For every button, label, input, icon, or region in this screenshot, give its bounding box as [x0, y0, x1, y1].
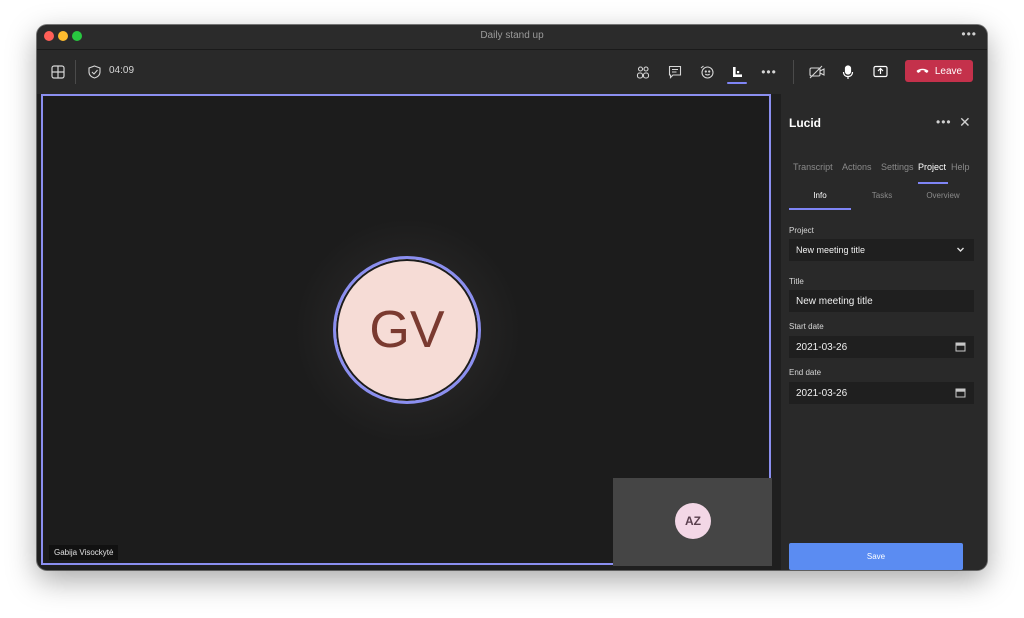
- tab-settings[interactable]: Settings: [881, 162, 914, 172]
- reactions-icon[interactable]: [697, 62, 717, 82]
- active-tab-indicator: [918, 182, 948, 184]
- title-bar: Daily stand up •••: [37, 25, 987, 50]
- microphone-icon[interactable]: [838, 62, 858, 82]
- share-screen-icon[interactable]: [870, 62, 890, 82]
- tab-actions[interactable]: Actions: [842, 162, 872, 172]
- subtab-tasks[interactable]: Tasks: [851, 191, 913, 200]
- start-date-input[interactable]: 2021-03-26: [789, 336, 974, 358]
- window-title: Daily stand up: [480, 30, 544, 41]
- leave-label: Leave: [934, 65, 963, 77]
- window-more-icon[interactable]: •••: [961, 27, 977, 41]
- participants-icon[interactable]: [633, 62, 653, 82]
- subtab-overview[interactable]: Overview: [912, 191, 974, 200]
- tab-project[interactable]: Project: [918, 162, 946, 172]
- calendar-icon[interactable]: [955, 341, 966, 352]
- main-participant-initials: GV: [369, 301, 445, 359]
- camera-off-icon[interactable]: [807, 62, 827, 82]
- more-options-icon[interactable]: •••: [759, 62, 779, 82]
- shield-icon: [84, 62, 104, 82]
- calendar-icon[interactable]: [955, 387, 966, 398]
- pip-participant-avatar: AZ: [675, 503, 711, 539]
- chevron-down-icon: [955, 244, 966, 255]
- panel-more-icon[interactable]: •••: [936, 115, 952, 129]
- panel-title: Lucid: [789, 116, 821, 130]
- title-input-value: New meeting title: [796, 295, 873, 307]
- leave-button[interactable]: Leave: [905, 60, 973, 82]
- panel-tabs: Transcript Actions Settings Project Help: [781, 162, 987, 180]
- meeting-toolbar: 04:09 ••• Leave: [37, 50, 987, 94]
- layout-grid-icon[interactable]: [48, 62, 68, 82]
- apps-icon[interactable]: [727, 62, 747, 82]
- start-date-value: 2021-03-26: [796, 341, 848, 353]
- active-app-indicator: [727, 82, 747, 84]
- pip-participant-initials: AZ: [685, 514, 701, 528]
- title-label: Title: [789, 277, 804, 286]
- chat-icon[interactable]: [665, 62, 685, 82]
- end-date-input[interactable]: 2021-03-26: [789, 382, 974, 404]
- meeting-window: Daily stand up ••• 04:09 ••• Leave GV Ga…: [37, 25, 987, 570]
- lucid-side-panel: Lucid ••• ✕ Transcript Actions Settings …: [781, 94, 987, 570]
- end-date-label: End date: [789, 368, 822, 377]
- toolbar-divider: [793, 60, 794, 84]
- phone-hangup-icon: [916, 66, 929, 77]
- save-button[interactable]: Save: [789, 543, 963, 570]
- tab-transcript[interactable]: Transcript: [793, 162, 833, 172]
- close-icon[interactable]: ✕: [959, 114, 971, 131]
- end-date-value: 2021-03-26: [796, 387, 848, 399]
- tab-help[interactable]: Help: [951, 162, 970, 172]
- start-date-label: Start date: [789, 322, 824, 331]
- title-input[interactable]: New meeting title: [789, 290, 974, 312]
- self-video-tile[interactable]: AZ: [613, 478, 772, 566]
- active-subtab-indicator: [789, 208, 851, 210]
- project-label: Project: [789, 226, 814, 235]
- toolbar-divider: [75, 60, 76, 84]
- participant-name-tag: Gabija Visockytė: [49, 545, 119, 560]
- project-select[interactable]: New meeting title: [789, 239, 974, 261]
- subtab-info[interactable]: Info: [789, 191, 851, 200]
- meeting-timer: 04:09: [109, 65, 135, 76]
- main-participant-avatar[interactable]: GV: [333, 256, 481, 404]
- project-select-value: New meeting title: [796, 245, 866, 255]
